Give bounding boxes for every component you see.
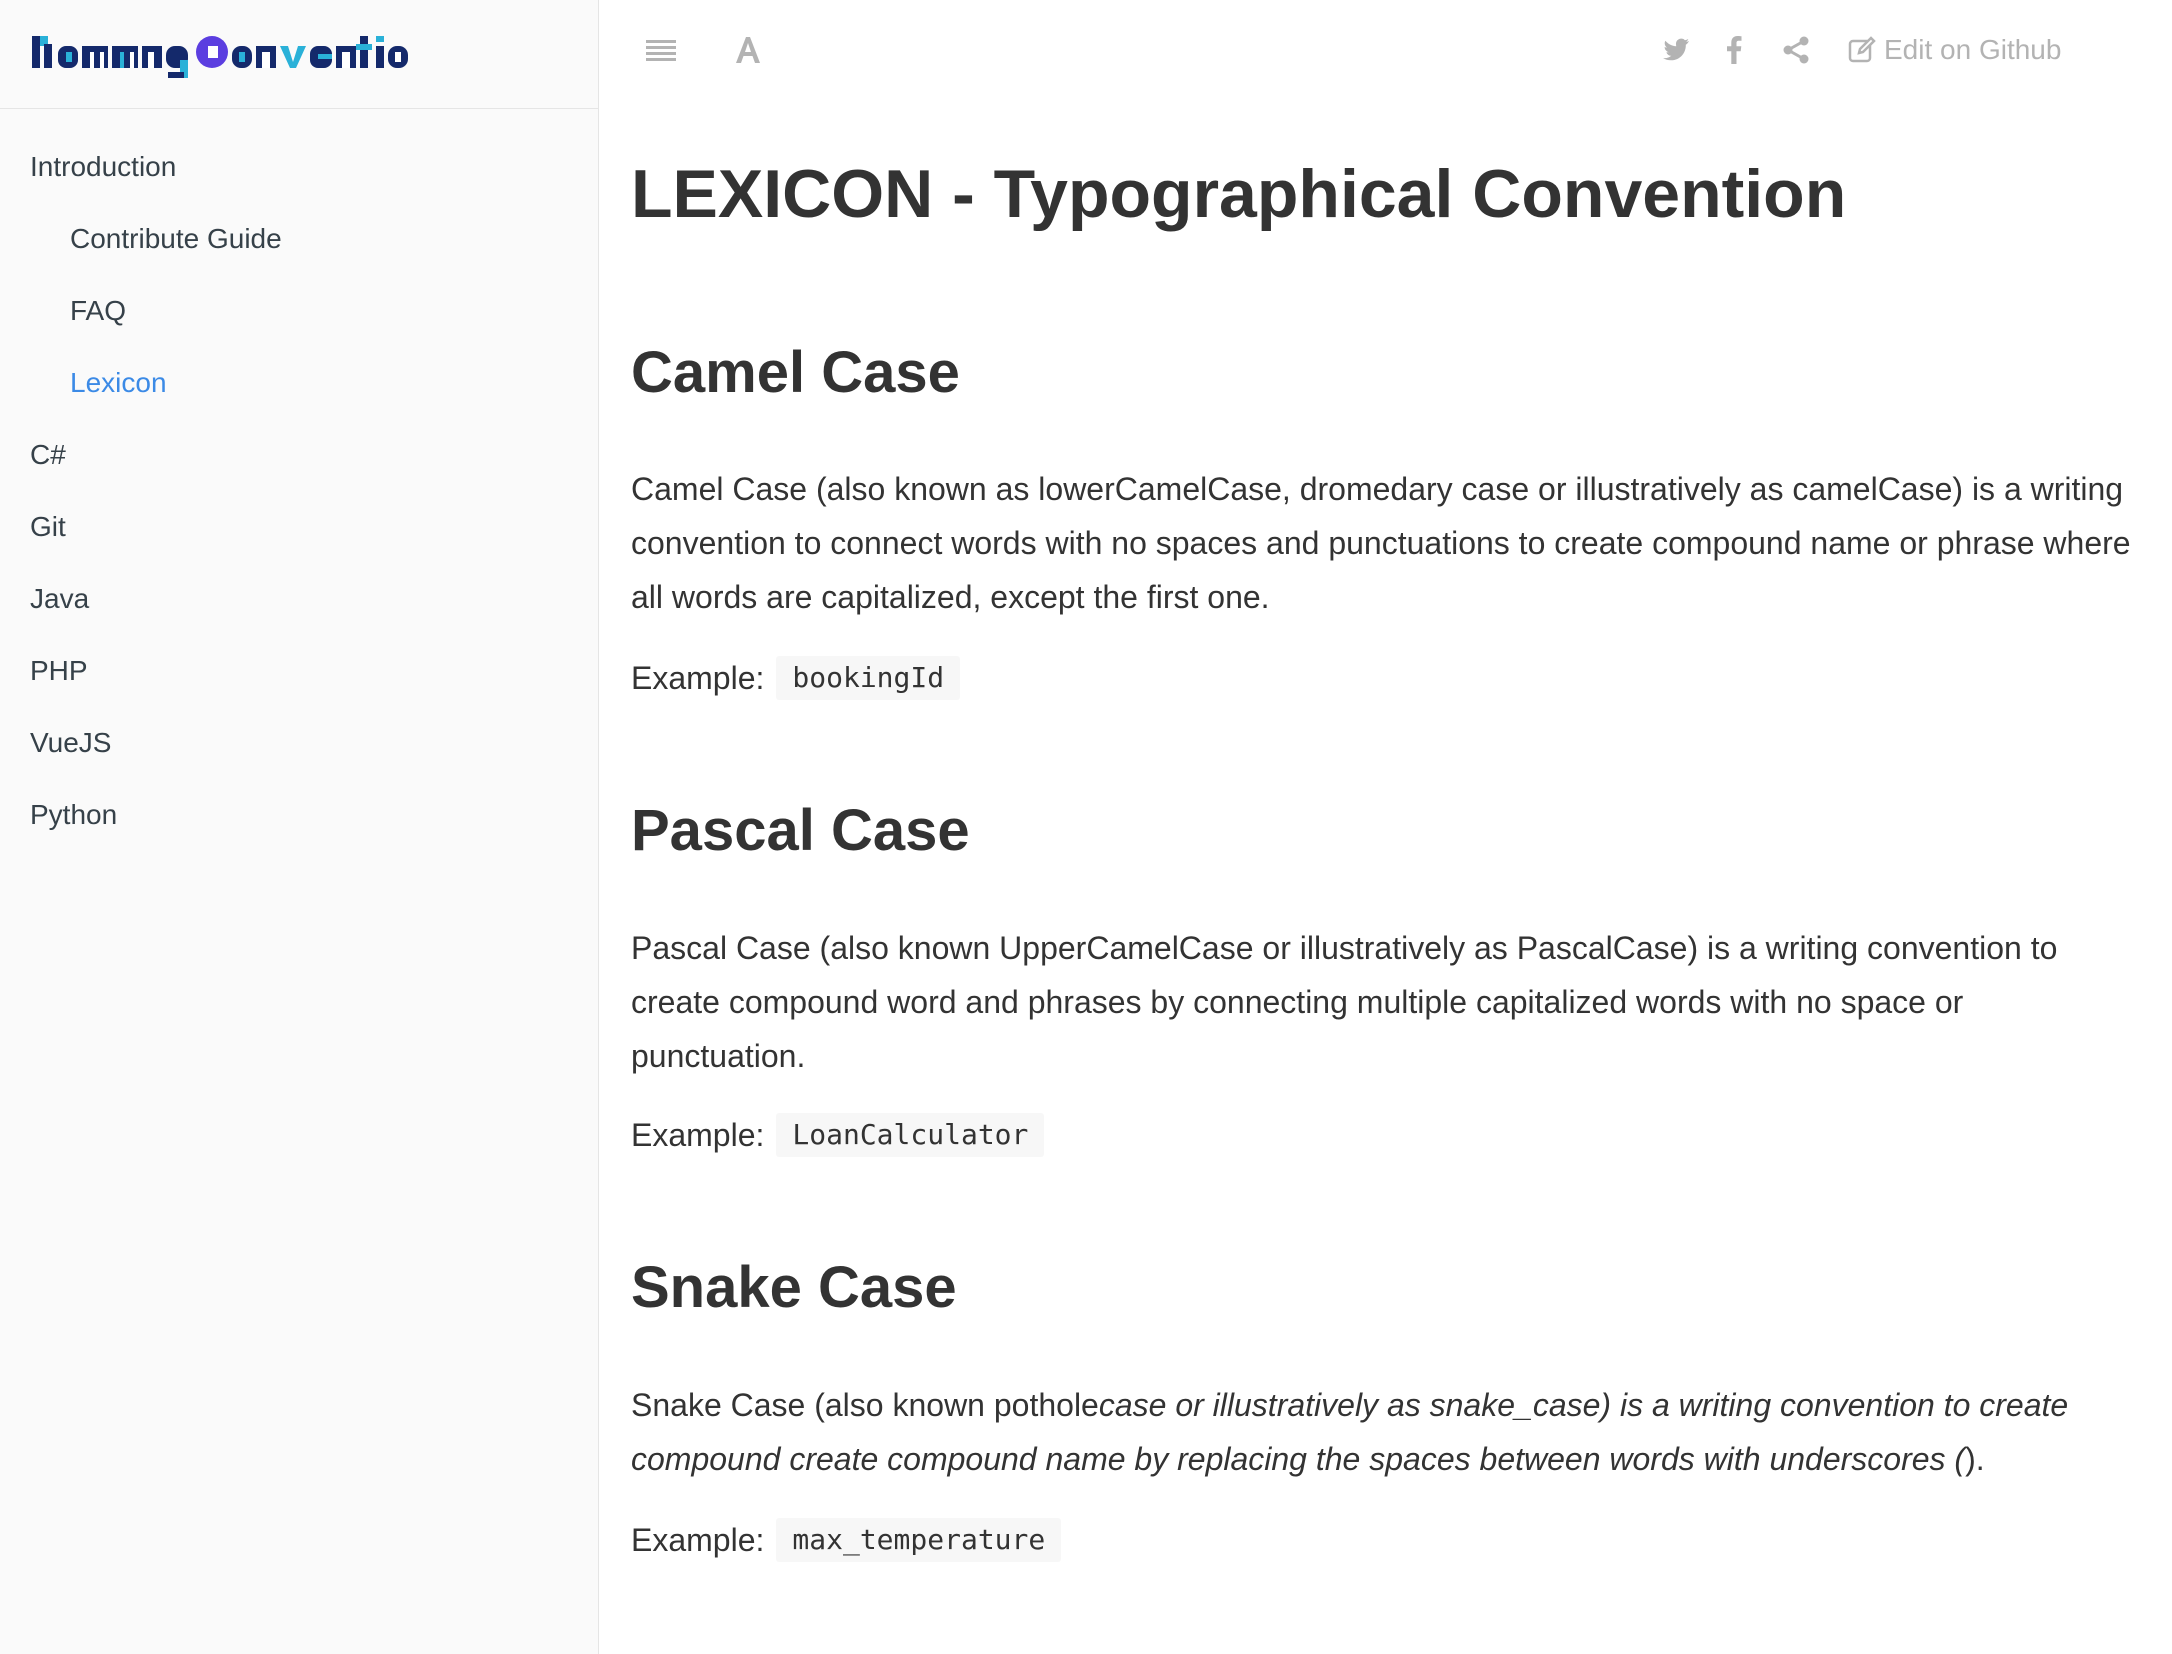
main-content: Edit on Github LEXICON - Typographical C… — [600, 0, 2172, 1654]
font-settings-icon — [736, 37, 760, 63]
section-body-snake-case: Snake Case (also known potholecase or il… — [631, 1378, 2131, 1486]
naming-convention-logo[interactable] — [30, 30, 412, 78]
sidebar-item-introduction[interactable]: Introduction — [0, 131, 598, 203]
example-snake-case: Example: max_temperature — [631, 1518, 1062, 1562]
edit-icon — [1848, 36, 1876, 63]
twitter-share-button[interactable] — [1662, 28, 1690, 72]
sidebar-item-python[interactable]: Python — [0, 779, 598, 851]
sidebar-nav: Introduction Contribute Guide FAQ Lexico… — [0, 109, 598, 851]
section-heading-pascal-case: Pascal Case — [631, 798, 970, 863]
sidebar-item-faq[interactable]: FAQ — [0, 275, 598, 347]
example-code: max_temperature — [776, 1518, 1062, 1562]
sidebar-item-git[interactable]: Git — [0, 491, 598, 563]
menu-toggle-button[interactable] — [646, 28, 676, 72]
example-label: Example: — [631, 1117, 765, 1153]
sidebar-item-java[interactable]: Java — [0, 563, 598, 635]
section-heading-camel-case: Camel Case — [631, 340, 960, 405]
facebook-icon — [1727, 36, 1742, 64]
page-title: LEXICON - Typographical Convention — [631, 156, 1847, 232]
body-text: Snake Case (also known pothole — [631, 1387, 1099, 1423]
edit-on-github-link[interactable]: Edit on Github — [1848, 28, 2061, 72]
example-camel-case: Example: bookingId — [631, 656, 961, 700]
font-settings-button[interactable] — [734, 28, 762, 72]
sidebar-item-contribute-guide[interactable]: Contribute Guide — [0, 203, 598, 275]
section-body-pascal-case: Pascal Case (also known UpperCamelCase o… — [631, 930, 2058, 1074]
facebook-share-button[interactable] — [1726, 28, 1742, 72]
example-code: bookingId — [776, 656, 961, 700]
section-heading-snake-case: Snake Case — [631, 1255, 957, 1320]
sidebar-item-csharp[interactable]: C# — [0, 419, 598, 491]
example-pascal-case: Example: LoanCalculator — [631, 1113, 1045, 1157]
menu-icon — [646, 40, 676, 61]
example-label: Example: — [631, 660, 765, 696]
sidebar: Introduction Contribute Guide FAQ Lexico… — [0, 0, 599, 1654]
sidebar-item-vuejs[interactable]: VueJS — [0, 707, 598, 779]
book-toolbar: Edit on Github — [600, 0, 2172, 100]
share-button[interactable] — [1782, 28, 1810, 72]
sidebar-item-php[interactable]: PHP — [0, 635, 598, 707]
share-icon — [1783, 36, 1809, 64]
sidebar-item-lexicon[interactable]: Lexicon — [0, 347, 598, 419]
example-label: Example: — [631, 1522, 765, 1558]
brand-header — [0, 0, 598, 109]
section-body-camel-case: Camel Case (also known as lowerCamelCase… — [631, 471, 2131, 615]
edit-on-github-label: Edit on Github — [1884, 34, 2062, 65]
example-code: LoanCalculator — [776, 1113, 1045, 1157]
twitter-icon — [1663, 38, 1689, 61]
body-text: ). — [1965, 1441, 1985, 1477]
